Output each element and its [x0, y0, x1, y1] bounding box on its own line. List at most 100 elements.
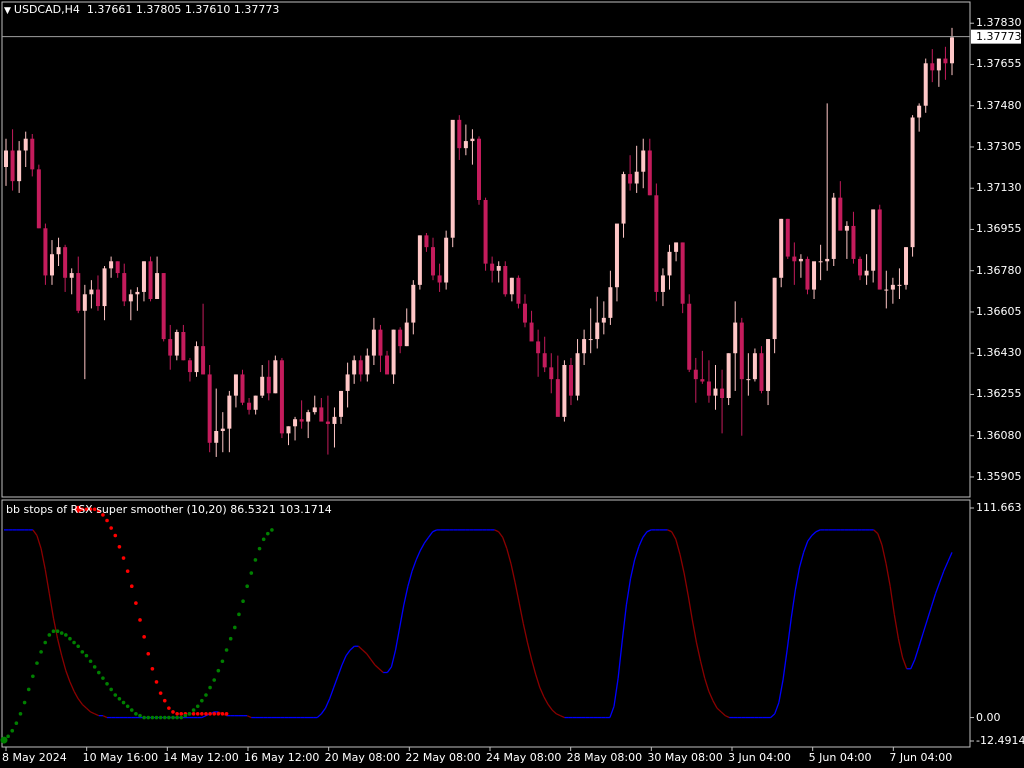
main-chart-header: ▼ USDCAD,H4 1.37661 1.37805 1.37610 1.377…	[4, 3, 279, 16]
candle-bull	[884, 289, 889, 291]
candle-bull	[273, 360, 278, 394]
candle-bull	[332, 416, 337, 424]
bear-stop-dot	[200, 712, 204, 716]
candle-bear	[700, 379, 705, 382]
time-tick-label: 8 May 2024	[2, 751, 67, 764]
candle-bear	[529, 322, 534, 342]
bull-stop-dot	[47, 633, 52, 637]
candle-bull	[4, 150, 8, 167]
candle-bull	[864, 270, 869, 276]
bear-stop-dot	[167, 706, 171, 710]
candle-bear	[805, 258, 810, 290]
rsx-segment	[366, 653, 372, 660]
candle-bull	[641, 150, 646, 172]
candle-bear	[930, 63, 935, 71]
rsx-segment	[699, 661, 706, 679]
candle-bull	[233, 374, 238, 396]
candle-bull	[411, 284, 416, 323]
candle-bull	[674, 242, 679, 252]
candle-bull	[733, 322, 738, 354]
bull-stop-dot	[18, 712, 23, 716]
rsx-segment	[316, 713, 322, 719]
rsx-segment	[539, 687, 545, 698]
bull-stop-dot	[175, 715, 179, 720]
candle-bull	[155, 273, 160, 299]
candle-bear	[358, 360, 363, 375]
bear-stop-dot	[154, 680, 159, 684]
bear-stop-dot	[204, 712, 208, 716]
candle-bear	[76, 273, 81, 311]
price-tick-label: 1.36605	[976, 304, 1022, 318]
rsx-segment	[807, 535, 813, 542]
collapse-triangle-icon[interactable]: ▼	[4, 6, 11, 16]
bull-stop-dot	[187, 712, 192, 716]
candle-bull	[345, 374, 350, 391]
bull-stop-dot	[31, 674, 35, 679]
indicator-tick-label: 111.663	[976, 501, 1022, 514]
rsx-segment	[535, 674, 541, 688]
rsx-segment	[642, 531, 648, 538]
candle-bear	[161, 273, 166, 340]
candle-bear	[483, 200, 488, 264]
bull-stop-dot	[84, 653, 89, 658]
candle-bull	[109, 261, 114, 269]
rsx-segment	[518, 602, 524, 624]
bull-stop-dot	[121, 700, 126, 705]
bull-stop-dot	[109, 687, 113, 692]
rsx-segment	[370, 658, 376, 666]
rsx-segment	[349, 645, 355, 651]
candle-bull	[752, 353, 757, 380]
price-tick-label: 1.37130	[976, 181, 1022, 195]
bull-stop-dot	[64, 633, 68, 637]
candle-bear	[785, 218, 790, 257]
rsx-segment	[811, 531, 817, 536]
candle-bear	[115, 261, 120, 274]
rsx-segment	[502, 537, 508, 549]
bull-stop-dot	[97, 670, 101, 675]
price-tick-label: 1.37480	[976, 98, 1022, 112]
candles-group	[4, 27, 954, 457]
rsx-segment	[617, 640, 623, 679]
bull-stop-dot	[224, 648, 229, 652]
candle-bull	[220, 428, 225, 431]
candle-bull	[214, 431, 219, 443]
candle-bull	[660, 275, 665, 292]
candle-bull	[286, 426, 291, 434]
candle-bull	[562, 365, 567, 417]
rsx-segment	[930, 593, 937, 608]
bull-stop-dot	[171, 715, 175, 720]
rsx-segment	[901, 657, 908, 669]
bear-stop-dot	[146, 651, 151, 656]
rsx-segment	[725, 715, 730, 719]
rsx-segment	[362, 649, 368, 655]
rsx-segment	[551, 709, 557, 715]
candle-bull	[89, 289, 94, 295]
candle-bear	[431, 247, 436, 276]
rsx-segment	[432, 529, 438, 533]
bear-stop-dot	[150, 666, 155, 671]
bull-stop-dot	[257, 546, 262, 551]
candle-bear	[36, 169, 41, 229]
candle-bull	[174, 332, 179, 356]
candle-bear	[542, 353, 547, 368]
bear-stop-dot	[142, 635, 146, 639]
rsx-segment	[621, 604, 628, 641]
bear-stop-dot	[224, 712, 229, 716]
candle-bull	[417, 235, 422, 285]
time-tick-label: 28 May 08:00	[566, 751, 643, 764]
candle-bear	[279, 360, 284, 434]
candle-bear	[680, 242, 685, 304]
symbol-label: USDCAD,H4	[13, 3, 80, 16]
bear-stop-dot	[195, 712, 200, 716]
candle-bull	[253, 395, 258, 410]
rsx-segment	[720, 711, 726, 717]
rsx-segment	[815, 529, 821, 533]
candle-bull	[766, 339, 771, 391]
rsx-segment	[708, 691, 714, 701]
chart-window: ▼ USDCAD,H4 1.37661 1.37805 1.37610 1.377…	[0, 0, 1024, 768]
candle-bear	[299, 419, 304, 422]
rsx-segment	[399, 604, 405, 628]
candle-bull	[601, 317, 606, 323]
candle-bear	[30, 138, 35, 170]
candle-bull	[227, 395, 232, 429]
